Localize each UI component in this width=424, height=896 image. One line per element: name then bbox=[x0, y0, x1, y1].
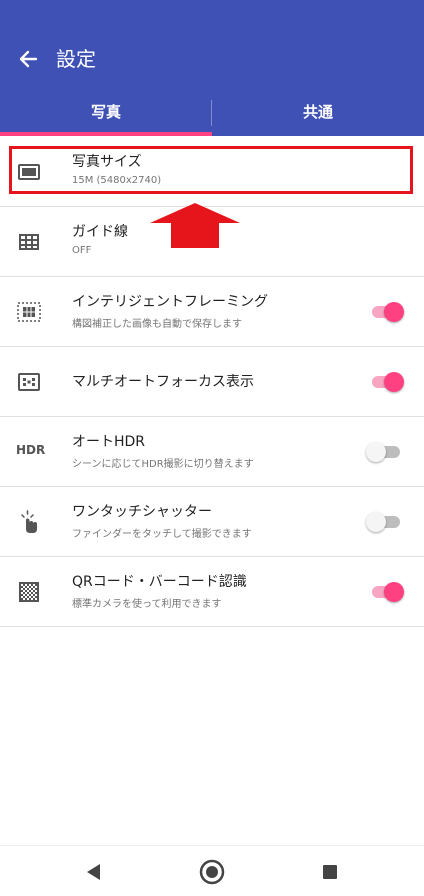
home-nav-icon[interactable] bbox=[198, 858, 226, 886]
setting-title: インテリジェントフレーミング bbox=[72, 294, 268, 310]
tab-photo[interactable]: 写真 bbox=[0, 92, 212, 132]
multi-af-icon bbox=[18, 373, 40, 391]
setting-subtitle: ファインダーをタッチして撮影できます bbox=[72, 529, 252, 540]
setting-row-intelligent-framing[interactable]: インテリジェントフレーミング 構図補正した画像も自動で保存します bbox=[0, 277, 424, 347]
setting-row-one-touch-shutter[interactable]: ワンタッチシャッター ファインダーをタッチして撮影できます bbox=[0, 487, 424, 557]
grid-lines-icon bbox=[19, 234, 39, 250]
system-nav-bar bbox=[0, 845, 424, 896]
tab-common[interactable]: 共通 bbox=[212, 92, 424, 132]
setting-subtitle: OFF bbox=[72, 245, 92, 256]
setting-title: ワンタッチシャッター bbox=[72, 504, 212, 520]
setting-title: ガイド線 bbox=[72, 224, 128, 240]
highlight-box bbox=[9, 146, 413, 194]
qr-code-toggle[interactable] bbox=[370, 581, 404, 603]
framing-toggle[interactable] bbox=[370, 301, 404, 323]
touch-shutter-icon bbox=[21, 510, 37, 533]
setting-row-auto-hdr[interactable]: HDR オートHDR シーンに応じてHDR撮影に切り替えます bbox=[0, 417, 424, 487]
back-nav-icon[interactable] bbox=[80, 858, 108, 886]
tab-indicator bbox=[0, 132, 212, 136]
setting-title: QRコード・バーコード認識 bbox=[72, 574, 247, 590]
recents-nav-icon[interactable] bbox=[316, 858, 344, 886]
setting-row-multi-af[interactable]: マルチオートフォーカス表示 bbox=[0, 347, 424, 417]
setting-subtitle: 標準カメラを使って利用できます bbox=[72, 599, 222, 610]
hdr-icon: HDR bbox=[16, 443, 46, 457]
setting-subtitle: 構図補正した画像も自動で保存します bbox=[72, 319, 242, 330]
framing-icon bbox=[17, 302, 41, 322]
setting-subtitle: シーンに応じてHDR撮影に切り替えます bbox=[72, 459, 254, 470]
touch-shutter-toggle[interactable] bbox=[366, 511, 404, 533]
app-bar: 設定 写真 共通 bbox=[0, 0, 424, 136]
qr-code-icon bbox=[19, 582, 39, 602]
setting-row-qr-code[interactable]: QRコード・バーコード認識 標準カメラを使って利用できます bbox=[0, 557, 424, 627]
page-title: 設定 bbox=[56, 47, 96, 71]
hdr-toggle[interactable] bbox=[366, 441, 404, 463]
setting-title: マルチオートフォーカス表示 bbox=[72, 374, 254, 390]
back-arrow-icon[interactable] bbox=[14, 44, 44, 74]
setting-title: オートHDR bbox=[72, 434, 146, 450]
multi-af-toggle[interactable] bbox=[370, 371, 404, 393]
red-up-arrow-icon bbox=[150, 203, 240, 248]
